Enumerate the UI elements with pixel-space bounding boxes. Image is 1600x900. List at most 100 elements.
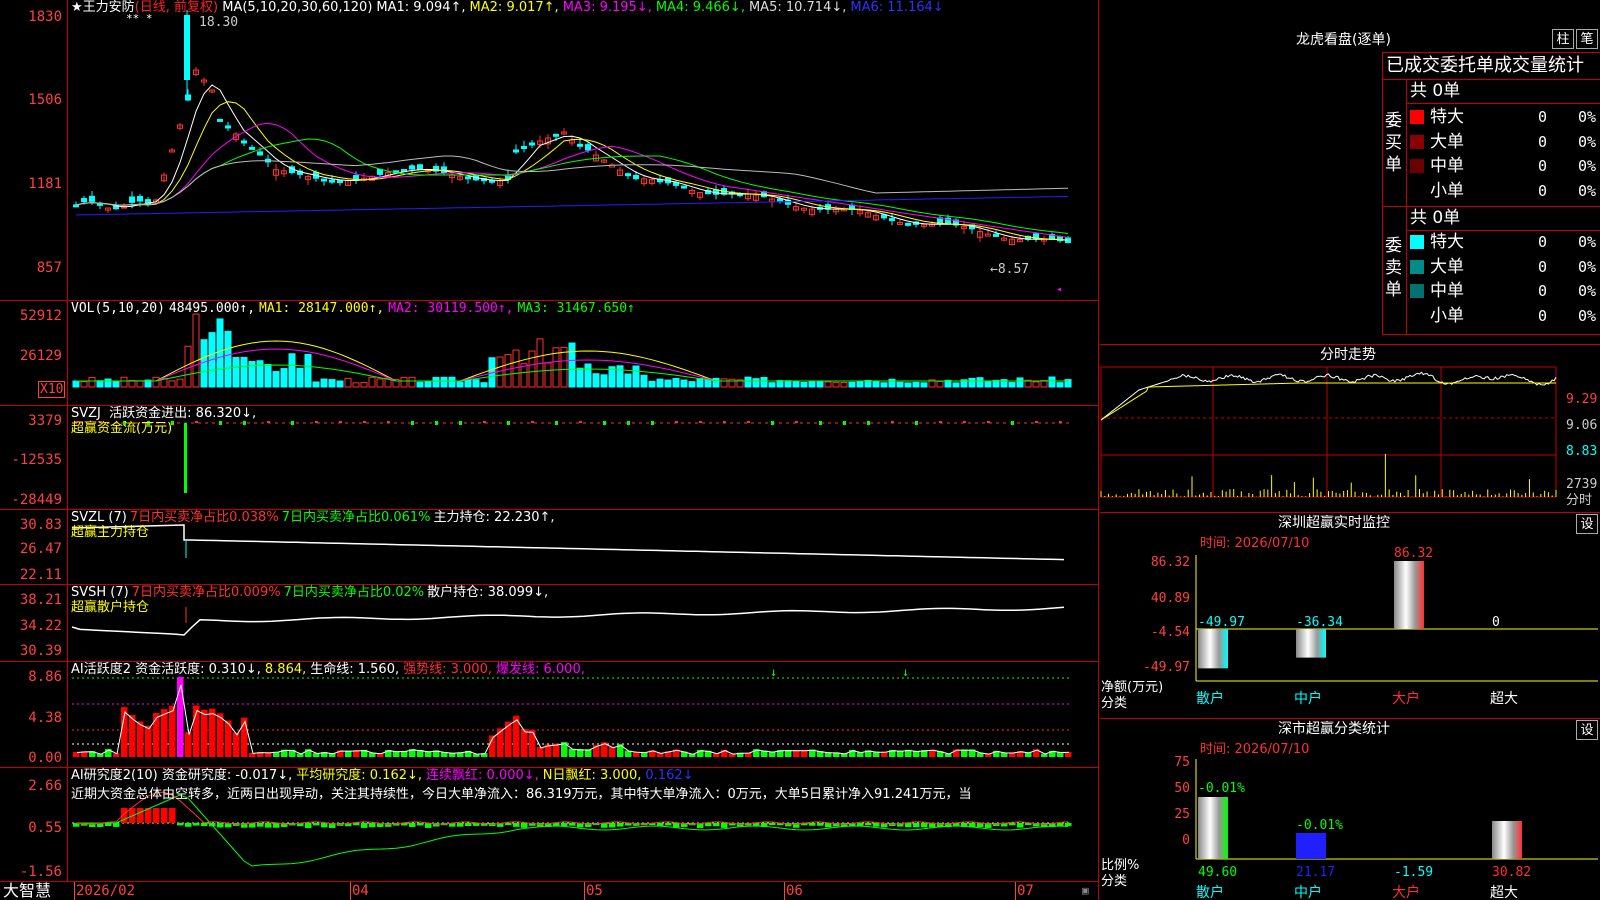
flow-bar [387, 421, 390, 423]
bar-mode-button[interactable]: 柱 [1552, 29, 1574, 49]
intraday-avg-line [1100, 382, 1556, 421]
volume-bar [472, 379, 480, 388]
activity-bar [1041, 753, 1048, 757]
intraday-panel[interactable]: 分时走势 9.29 9.06 8.83 2739 分时 [1100, 345, 1600, 513]
volume-bar [288, 353, 296, 388]
research-bar [457, 823, 464, 827]
volume-bar [648, 380, 656, 388]
research-bar [201, 823, 208, 827]
ma-line [75, 101, 1069, 241]
indicator-value: 散户持仓: 38.099↓, [427, 585, 549, 600]
research-bar [361, 823, 368, 828]
volume-bar [840, 382, 848, 388]
flow-bar [915, 421, 918, 425]
volume-bar [712, 377, 720, 388]
flow-bar [1011, 421, 1014, 425]
lhb-row: 中单 0 0% [1410, 154, 1600, 176]
research-bar [1017, 823, 1024, 828]
volume-bar [88, 376, 96, 388]
activity-bar [137, 721, 144, 757]
research-bar [257, 823, 264, 827]
volume-bar [816, 381, 824, 388]
flow-bar [675, 421, 678, 423]
volume-bar [184, 345, 192, 388]
candle-body [81, 198, 87, 203]
tick-mode-button[interactable]: 笔 [1576, 29, 1598, 49]
y-tick: 1181 [28, 176, 62, 192]
intraday-chart[interactable] [1100, 345, 1600, 512]
volume-bar [256, 360, 264, 388]
candle-body [905, 222, 911, 226]
y-tick: 50 [1174, 781, 1190, 796]
indicator-value: 7日内买卖净占比0.061% [281, 510, 431, 525]
svzj-value: 活跃资金进出: 86.320↓, [109, 406, 257, 421]
svzj-panel[interactable]: SVZJ 活跃资金进出: 86.320↓, 超赢资金流(万元) 3379 -12… [0, 405, 1099, 509]
ai-activity-panel[interactable]: ↓ ↓ AI活跃度2 资金活跃度: 0.310↓, 8.864, 生命线: 1.560… [0, 661, 1099, 767]
category-label: 大户 [1392, 884, 1420, 900]
lhb-row-pct: 0% [1578, 181, 1597, 200]
category-label: 中户 [1294, 690, 1322, 707]
volume-bar [152, 376, 160, 388]
research-bar [161, 808, 168, 823]
indicator-value: 连续飘红: 0.000↓, [426, 768, 539, 783]
lhb-row-pct: 0% [1578, 257, 1597, 276]
star-markers: ** * [126, 12, 153, 25]
flow-bar [1035, 421, 1038, 423]
volume-bar [920, 382, 928, 388]
svzl-panel[interactable]: SVZL (7) 7日内买卖净占比0.038% 7日内买卖净占比0.061% 主力持仓… [0, 509, 1099, 584]
volume-bar [544, 362, 552, 388]
ai-research-chart[interactable] [0, 768, 1099, 881]
volume-bar [504, 354, 512, 388]
volume-bar [296, 367, 304, 388]
y-tick: 75 [1174, 755, 1190, 770]
flow-spike [184, 423, 187, 493]
lhb-subtitle: 已成交委托单成交量统计 [1386, 55, 1584, 76]
svzj-title: SVZJ [71, 406, 101, 421]
volume-bar [720, 378, 728, 388]
sz-monitor-panel: 深圳超赢实时监控 设 时间: 2026/07/10 86.32 40.89 -4.5… [1100, 513, 1600, 719]
y-tick: 4.38 [28, 710, 62, 726]
y-axis-line [67, 0, 68, 881]
volume-bar [432, 376, 440, 388]
candle-body [553, 133, 559, 137]
volume-bar [376, 378, 384, 388]
volume-bar [896, 381, 904, 388]
lhb-panel: 龙虎看盘(逐单) 柱 笔 已成交委托单成交量统计 委买单 委卖单 共 0单 共 … [1100, 0, 1600, 345]
volume-bar [728, 378, 736, 388]
y-tick: 857 [36, 260, 62, 276]
volume-panel[interactable]: VOL(5,10,20) 48495.000↑, MA1: 28147.000↑, M… [0, 300, 1099, 405]
volume-bar [1056, 382, 1064, 388]
research-bar [873, 823, 880, 827]
classify-bar [1198, 797, 1228, 859]
candle-body [577, 143, 583, 147]
brand-logo: 大智慧 [3, 881, 52, 900]
lhb-row-label: 特大 [1430, 232, 1464, 252]
svsh-panel[interactable]: SVSH (7) 7日内买卖净占比0.009% 7日内买卖净占比0.02% 散户持仓:… [0, 584, 1099, 661]
x-label: 2026/02 [76, 883, 136, 899]
ai-research-panel[interactable]: AI研究度2(10) 资金研究度: -0.017↓, 平均研究度: 0.162↓,… [0, 767, 1099, 881]
vol-unit-badge: X10 [38, 381, 66, 398]
kline-chart[interactable]: ◂ [0, 0, 1099, 300]
volume-bar [368, 376, 376, 388]
bar-value-label: 30.82 [1492, 865, 1531, 880]
volume-bar [968, 377, 976, 388]
volume-bar [952, 382, 960, 388]
color-swatch [1410, 134, 1424, 149]
flow-bar [267, 421, 270, 423]
volume-bar [576, 367, 584, 388]
main-kline-panel[interactable]: ◂ ★王力安防(日线, 前复权) MA(5,10,20,30,60,120) MA… [0, 0, 1099, 300]
classify-panel: 深市超赢分类统计 设 时间: 2026/07/10 75 50 25 0 -0.01% -… [1100, 719, 1600, 900]
research-bar [825, 823, 832, 828]
flow-bar [1059, 421, 1062, 423]
y-tick: 26129 [19, 348, 62, 364]
lock-icon[interactable]: ▣ [1082, 883, 1089, 898]
candle-body [889, 218, 895, 222]
activity-bar [169, 705, 176, 757]
candle-body [633, 175, 639, 180]
indicator-value: MA6: 11.164↓ [850, 0, 944, 15]
volume-bar [320, 378, 328, 388]
lhb-row: 特大 0 0% [1410, 230, 1600, 252]
volume-bar [1008, 382, 1016, 388]
volume-bar [624, 373, 632, 388]
svsh-subtitle: 超赢散户持仓 [71, 600, 150, 615]
